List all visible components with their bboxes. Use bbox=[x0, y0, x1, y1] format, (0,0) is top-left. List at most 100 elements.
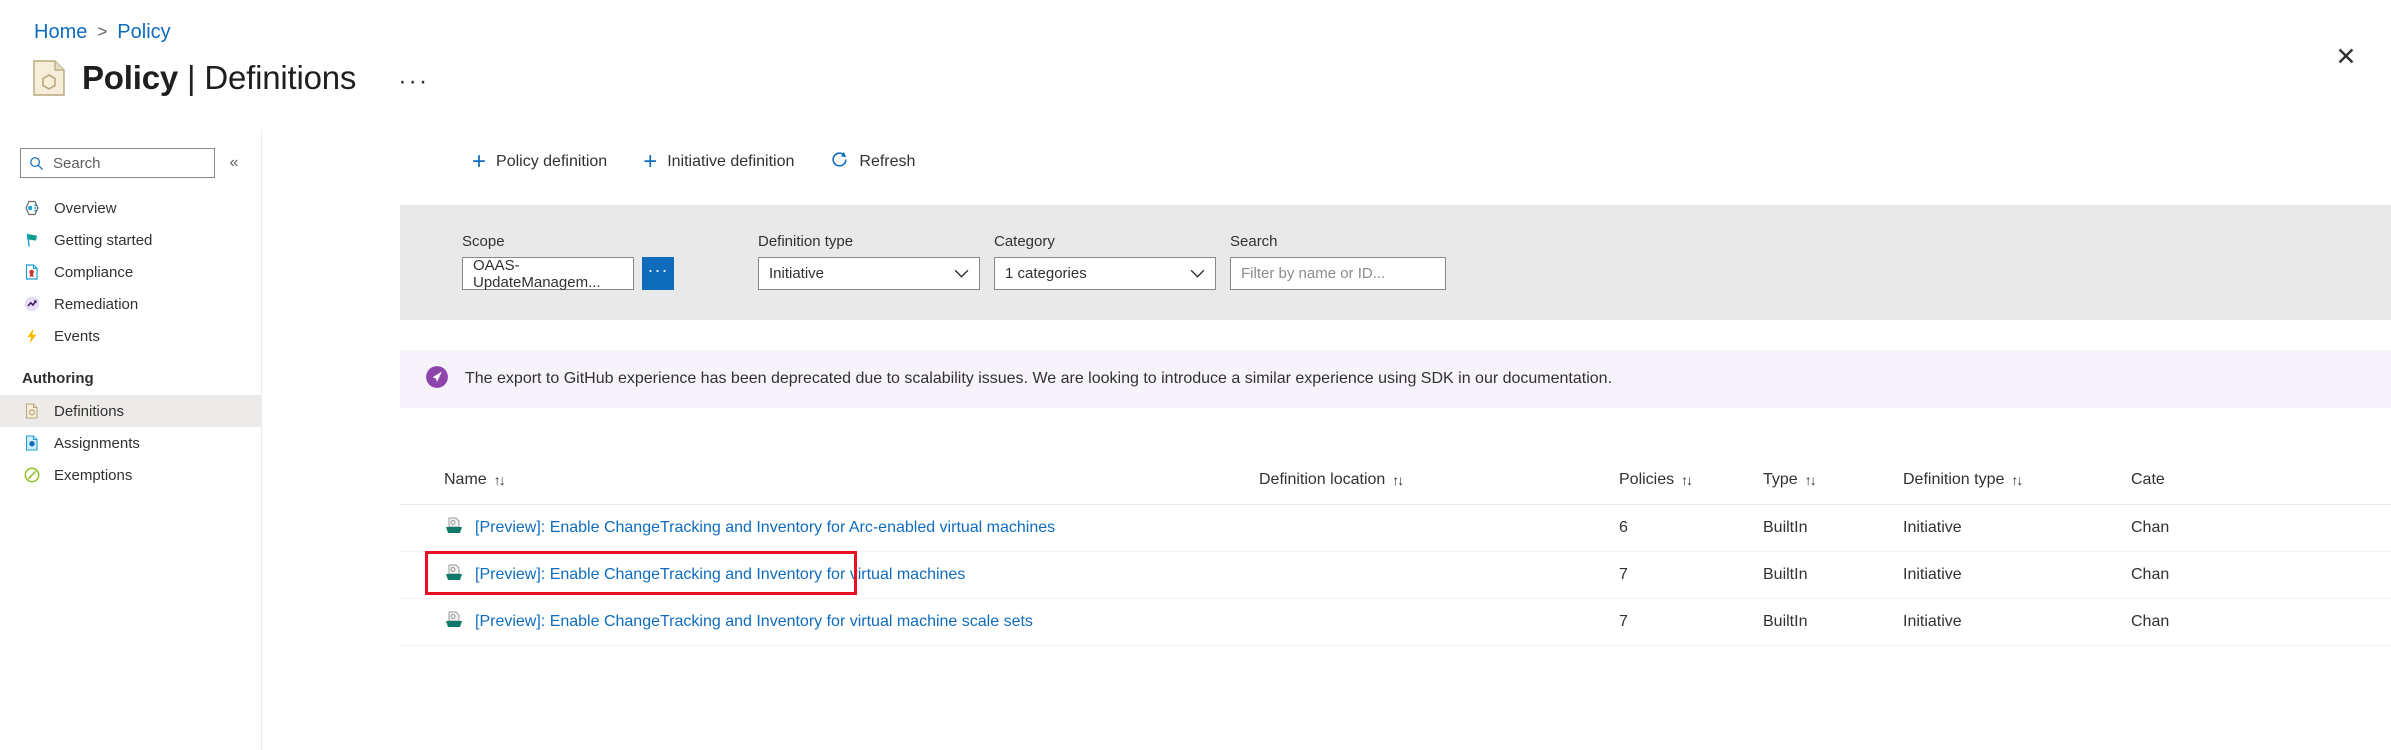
table-body: [Preview]: Enable ChangeTracking and Inv… bbox=[400, 505, 2391, 646]
sidebar-item-label: Definitions bbox=[54, 402, 125, 420]
definition-type-select[interactable]: Initiative bbox=[758, 257, 980, 290]
add-policy-definition-button[interactable]: + Policy definition bbox=[472, 150, 608, 174]
remediation-icon bbox=[22, 294, 42, 314]
column-header-label: Cate bbox=[2131, 470, 2165, 488]
policy-definition-icon bbox=[32, 59, 66, 97]
policy-definitions-page: Home > Policy Policy | Definitions ··· ✕… bbox=[0, 0, 2391, 750]
cell-definition-type: Initiative bbox=[1903, 613, 1962, 630]
cell-name: [Preview]: Enable ChangeTracking and Inv… bbox=[400, 563, 1259, 588]
collapse-sidebar-button[interactable]: « bbox=[221, 154, 247, 172]
table-row[interactable]: [Preview]: Enable ChangeTracking and Inv… bbox=[400, 505, 2391, 552]
breadcrumb-separator-icon: > bbox=[97, 22, 108, 41]
chevron-down-icon bbox=[954, 266, 969, 281]
definition-name-link[interactable]: [Preview]: Enable ChangeTracking and Inv… bbox=[475, 566, 965, 584]
sort-icon: ↑↓ bbox=[493, 471, 506, 488]
scope-browse-button[interactable]: ··· bbox=[642, 257, 674, 290]
cell-definition-type: Initiative bbox=[1903, 519, 1962, 536]
chevron-down-icon bbox=[1190, 266, 1205, 281]
column-header-label: Definition location bbox=[1259, 470, 1386, 488]
cell-name: [Preview]: Enable ChangeTracking and Inv… bbox=[400, 516, 1259, 541]
initiative-icon bbox=[444, 610, 464, 635]
page-title-sub: Definitions bbox=[204, 59, 357, 96]
assignments-icon bbox=[22, 433, 42, 453]
page-title-row: Policy | Definitions ··· bbox=[32, 58, 429, 98]
banner-text: The export to GitHub experience has been… bbox=[465, 370, 1613, 387]
table-row[interactable]: [Preview]: Enable ChangeTracking and Inv… bbox=[400, 551, 2391, 599]
sidebar-item-label: Assignments bbox=[54, 434, 140, 452]
column-header-label: Type bbox=[1763, 470, 1798, 488]
category-label: Category bbox=[994, 233, 1055, 250]
add-policy-definition-label: Policy definition bbox=[496, 153, 608, 170]
sidebar-item-remediation[interactable]: Remediation bbox=[0, 288, 261, 320]
cell-category: Chan bbox=[2131, 613, 2170, 630]
table-row[interactable]: [Preview]: Enable ChangeTracking and Inv… bbox=[400, 599, 2391, 646]
sort-icon: ↑↓ bbox=[1392, 471, 1404, 488]
initiative-icon bbox=[444, 516, 464, 541]
column-header-name[interactable]: Name ↑↓ bbox=[400, 471, 1259, 489]
page-title-separator: | bbox=[186, 59, 196, 96]
breadcrumb-home[interactable]: Home bbox=[34, 20, 87, 44]
refresh-button[interactable]: Refresh bbox=[830, 150, 915, 174]
scope-row: OAAS-UpdateManagem... ··· bbox=[462, 256, 758, 291]
column-header-label: Name bbox=[444, 470, 487, 488]
add-initiative-definition-label: Initiative definition bbox=[667, 153, 795, 170]
sidebar-item-exemptions[interactable]: Exemptions bbox=[0, 459, 261, 491]
sidebar-item-getting-started[interactable]: Getting started bbox=[0, 224, 261, 256]
sidebar-item-label: Remediation bbox=[54, 295, 139, 313]
scope-filter: Scope OAAS-UpdateManagem... ··· bbox=[462, 233, 758, 291]
sidebar-search-row: Search « bbox=[0, 130, 261, 178]
breadcrumb-policy[interactable]: Policy bbox=[117, 20, 170, 44]
overview-icon bbox=[22, 198, 42, 218]
sidebar-item-events[interactable]: Events bbox=[0, 320, 261, 352]
cell-policies: 7 bbox=[1619, 566, 1628, 583]
more-options-button[interactable]: ··· bbox=[398, 69, 429, 98]
scope-value: OAAS-UpdateManagem... bbox=[473, 256, 601, 291]
sidebar-item-overview[interactable]: Overview bbox=[0, 192, 261, 224]
compliance-icon bbox=[22, 262, 42, 282]
sidebar-item-label: Overview bbox=[54, 199, 117, 217]
definition-type-filter: Definition type Initiative bbox=[758, 233, 994, 290]
deprecation-banner: The export to GitHub experience has been… bbox=[400, 350, 2391, 408]
column-header-type[interactable]: Type ↑↓ bbox=[1763, 471, 1903, 489]
megaphone-icon bbox=[425, 365, 449, 394]
sidebar-item-compliance[interactable]: Compliance bbox=[0, 256, 261, 288]
definition-name-link[interactable]: [Preview]: Enable ChangeTracking and Inv… bbox=[475, 519, 1055, 537]
sidebar-item-label: Exemptions bbox=[54, 466, 133, 484]
cell-definition-type: Initiative bbox=[1903, 566, 1962, 583]
scope-input[interactable]: OAAS-UpdateManagem... bbox=[462, 256, 634, 291]
search-filter-input[interactable]: Filter by name or ID... bbox=[1230, 257, 1446, 290]
name-cell-content: [Preview]: Enable ChangeTracking and Inv… bbox=[444, 610, 1259, 635]
category-select[interactable]: 1 categories bbox=[994, 257, 1216, 290]
page-title-main: Policy bbox=[82, 59, 179, 96]
column-header-category[interactable]: Cate bbox=[2131, 471, 2291, 489]
page-title: Policy | Definitions bbox=[82, 58, 356, 98]
scope-label: Scope bbox=[462, 233, 505, 250]
sidebar: Search « Overview Getting started Compli… bbox=[0, 130, 262, 750]
search-input[interactable]: Search bbox=[20, 148, 215, 178]
close-button[interactable]: ✕ bbox=[2329, 40, 2363, 74]
refresh-label: Refresh bbox=[859, 153, 916, 170]
cell-category: Chan bbox=[2131, 519, 2170, 536]
add-initiative-definition-button[interactable]: + Initiative definition bbox=[643, 148, 795, 175]
cell-policies: 7 bbox=[1619, 613, 1628, 630]
sidebar-item-definitions[interactable]: Definitions bbox=[0, 395, 261, 427]
search-icon bbox=[30, 156, 44, 170]
column-header-label: Definition type bbox=[1903, 470, 2005, 488]
search-filter-label: Search bbox=[1230, 233, 1278, 250]
sidebar-item-assignments[interactable]: Assignments bbox=[0, 427, 261, 459]
ellipsis-icon: ··· bbox=[647, 259, 669, 280]
cell-type: BuiltIn bbox=[1763, 519, 1808, 536]
definition-name-link[interactable]: [Preview]: Enable ChangeTracking and Inv… bbox=[475, 613, 1033, 631]
plus-icon: + bbox=[643, 148, 658, 175]
sidebar-group-authoring: Authoring bbox=[22, 370, 94, 387]
filter-bar: Scope OAAS-UpdateManagem... ··· Definiti… bbox=[400, 205, 2391, 320]
column-header-policies[interactable]: Policies ↑↓ bbox=[1619, 471, 1763, 489]
sort-icon: ↑↓ bbox=[1804, 471, 1817, 488]
column-header-definition-location[interactable]: Definition location ↑↓ bbox=[1259, 471, 1619, 489]
name-cell-content: [Preview]: Enable ChangeTracking and Inv… bbox=[444, 563, 1259, 588]
column-header-definition-type[interactable]: Definition type ↑↓ bbox=[1903, 471, 2131, 489]
sidebar-item-label: Events bbox=[54, 327, 100, 345]
breadcrumb: Home > Policy bbox=[34, 20, 171, 44]
refresh-icon bbox=[830, 150, 849, 174]
lightning-icon bbox=[22, 326, 42, 346]
